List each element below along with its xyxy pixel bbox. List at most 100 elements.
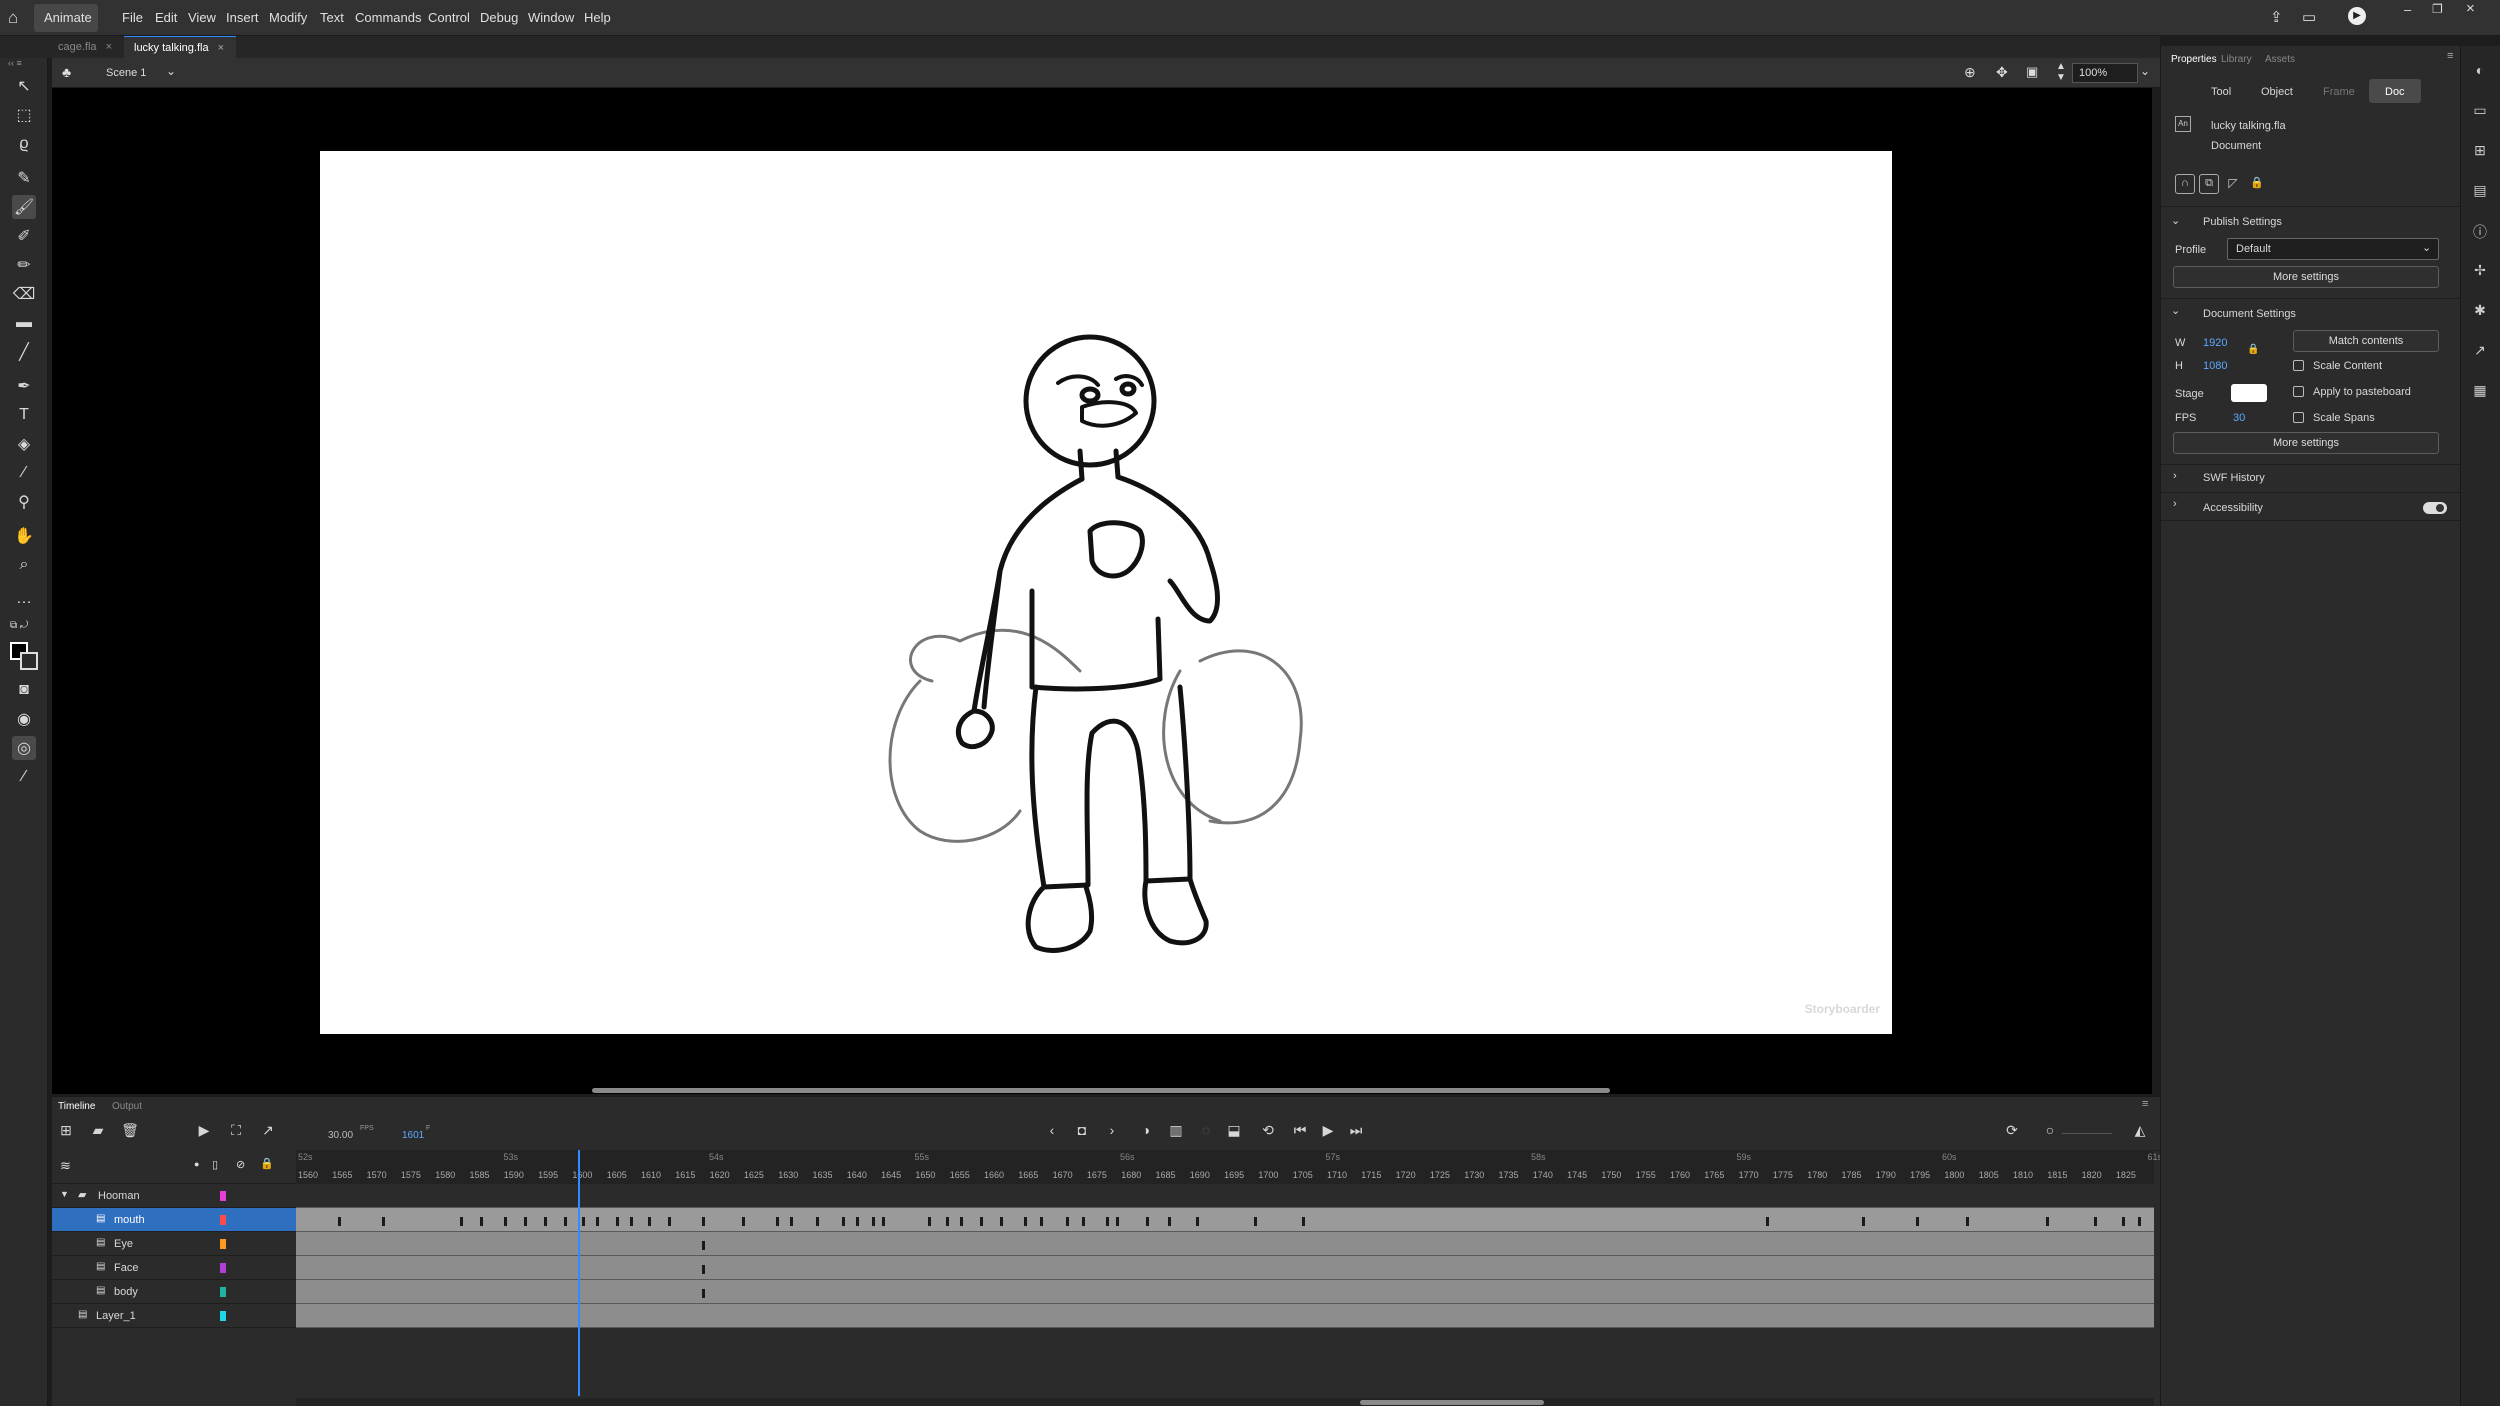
keyframe-marker[interactable] xyxy=(1766,1217,1769,1226)
lock-icon[interactable]: 🔒 xyxy=(2247,174,2267,194)
publish-settings-header[interactable]: Publish Settings xyxy=(2203,216,2282,228)
paint-brush-tool-icon[interactable]: 🖌 xyxy=(12,195,36,219)
panel-menu-icon[interactable]: ≡ xyxy=(2142,1098,2148,1110)
layer-parenting-icon[interactable]: ⛶ xyxy=(226,1122,246,1139)
loop-icon[interactable]: ⟲ xyxy=(1258,1122,1278,1139)
rectangle-tool-icon[interactable]: ▬ xyxy=(12,311,36,335)
lock-all-icon[interactable]: 🔒 xyxy=(260,1157,274,1170)
keyframe-marker[interactable] xyxy=(980,1217,983,1226)
play-icon[interactable]: ▶ xyxy=(1318,1122,1338,1139)
publish-expand-icon[interactable]: ⌄ xyxy=(2171,214,2180,227)
menu-window[interactable]: Window xyxy=(528,10,574,25)
layer-color-swatch[interactable] xyxy=(220,1239,226,1249)
properties-tab[interactable]: Properties xyxy=(2171,54,2217,65)
next-keyframe-icon[interactable]: › xyxy=(1102,1122,1122,1138)
frames-hooman[interactable] xyxy=(296,1184,2154,1208)
mode-tab-doc[interactable]: Doc xyxy=(2385,86,2405,98)
tween-icon[interactable]: ◌ xyxy=(1196,1122,1216,1138)
layer-depth-icon[interactable]: ⧉ xyxy=(2199,174,2219,194)
document-expand-icon[interactable]: ⌄ xyxy=(2171,304,2180,317)
layer-row-layer1[interactable]: ▤ Layer_1 xyxy=(52,1304,296,1328)
accessibility-toggle[interactable] xyxy=(2423,502,2447,514)
workspace-icon[interactable]: ▭ xyxy=(2302,8,2316,26)
keyframe-marker[interactable] xyxy=(382,1217,385,1226)
menu-commands[interactable]: Commands xyxy=(355,10,421,25)
menu-view[interactable]: View xyxy=(188,10,216,25)
camera-icon[interactable]: ▶ xyxy=(194,1122,214,1139)
keyframe-marker[interactable] xyxy=(702,1241,705,1250)
fluid-brush-tool-icon[interactable]: ✎ xyxy=(12,166,36,190)
fps-value[interactable]: 30 xyxy=(2233,412,2245,424)
panel-menu-icon[interactable]: ≡ xyxy=(2447,50,2453,62)
frame-ruler[interactable]: 1560 1565 1570 1575 1580 1585 1590 1595 1600 1605… xyxy=(296,1150,2368,1184)
frames-face[interactable] xyxy=(296,1256,2154,1280)
menu-file[interactable]: File xyxy=(122,10,143,25)
keyframe-marker[interactable] xyxy=(1966,1217,1969,1226)
close-tab-icon[interactable]: × xyxy=(106,41,112,53)
frames-eye[interactable] xyxy=(296,1232,2154,1256)
transform-icon[interactable]: ▤ xyxy=(2470,182,2490,202)
keyframe-marker[interactable] xyxy=(702,1217,705,1226)
match-contents-button[interactable]: Match contents xyxy=(2293,330,2439,352)
minimize-icon[interactable]: – xyxy=(2404,2,2411,17)
fill-color-swatch[interactable] xyxy=(20,652,38,670)
keyframe-marker[interactable] xyxy=(1862,1217,1865,1226)
hand-tool-icon[interactable]: ✋ xyxy=(12,524,36,548)
assets-tab[interactable]: Assets xyxy=(2265,54,2295,65)
menu-debug[interactable]: Debug xyxy=(480,10,518,25)
keyframe-marker[interactable] xyxy=(856,1217,859,1226)
doc-tab-lucky-talking[interactable]: lucky talking.fla × xyxy=(124,36,236,58)
publish-more-settings-button[interactable]: More settings xyxy=(2173,266,2439,288)
zoom-field[interactable]: 100% xyxy=(2072,63,2138,83)
snap-icon[interactable]: ∩ xyxy=(2175,174,2195,194)
brush-mode-icon[interactable]: ◉ xyxy=(12,707,36,731)
swap-colors-icon[interactable]: ⧉ ⤾ xyxy=(10,620,28,631)
keyframe-marker[interactable] xyxy=(338,1217,341,1226)
onion-skin-icon[interactable]: ◑ xyxy=(1136,1122,1156,1138)
eraser-tool-icon[interactable]: ⌫ xyxy=(12,282,36,306)
keyframe-marker[interactable] xyxy=(1168,1217,1171,1226)
keyframe-marker[interactable] xyxy=(702,1289,705,1298)
rulers-icon[interactable]: ◸ xyxy=(2223,174,2243,194)
keyframe-marker[interactable] xyxy=(2046,1217,2049,1226)
layer-color-swatch[interactable] xyxy=(220,1287,226,1297)
keyframe-marker[interactable] xyxy=(564,1217,567,1226)
frame-size-slider-knob[interactable]: ○ xyxy=(2040,1122,2060,1138)
keyframe-marker[interactable] xyxy=(1916,1217,1919,1226)
prev-keyframe-icon[interactable]: ‹ xyxy=(1042,1122,1062,1138)
current-frame-value[interactable]: 1601 xyxy=(402,1130,424,1141)
step-back-icon[interactable]: ⏮ xyxy=(1290,1122,1310,1139)
pencil-tool-icon[interactable]: ✏ xyxy=(12,253,36,277)
layer-color-swatch[interactable] xyxy=(220,1311,226,1321)
layer-row-body[interactable]: ▤ body xyxy=(52,1280,296,1304)
folder-expand-icon[interactable]: ▼ xyxy=(60,1189,69,1199)
keyframe-marker[interactable] xyxy=(1000,1217,1003,1226)
layer-row-hooman[interactable]: ▼ ▰ Hooman xyxy=(52,1184,296,1208)
apply-pasteboard-checkbox[interactable] xyxy=(2293,386,2304,397)
keyframe-marker[interactable] xyxy=(1196,1217,1199,1226)
layer-color-swatch[interactable] xyxy=(220,1263,226,1273)
keyframe-marker[interactable] xyxy=(1254,1217,1257,1226)
keyframe-marker[interactable] xyxy=(946,1217,949,1226)
smoothing-icon[interactable]: ⁄ xyxy=(12,765,36,789)
color-panel-icon[interactable]: ◐ xyxy=(2470,62,2490,82)
more-tools-icon[interactable]: … xyxy=(12,587,36,611)
motion-editor-icon[interactable]: ↗ xyxy=(2470,342,2490,362)
swf-history-expand-icon[interactable]: › xyxy=(2173,470,2177,482)
keyframe-marker[interactable] xyxy=(630,1217,633,1226)
align-icon[interactable]: ⊞ xyxy=(2470,142,2490,162)
clip-stage-icon[interactable]: ▣ xyxy=(2026,64,2038,80)
keyframe-marker[interactable] xyxy=(504,1217,507,1226)
scene-label[interactable]: Scene 1 xyxy=(106,67,146,79)
link-dimensions-icon[interactable]: 🔒 xyxy=(2247,344,2259,355)
menu-modify[interactable]: Modify xyxy=(269,10,307,25)
menu-text[interactable]: Text xyxy=(320,10,344,25)
keyframe-marker[interactable] xyxy=(882,1217,885,1226)
keyframe-marker[interactable] xyxy=(776,1217,779,1226)
timeline-tab[interactable]: Timeline xyxy=(58,1101,95,1112)
fit-frames-icon[interactable]: ◭ xyxy=(2130,1122,2150,1139)
free-transform-tool-icon[interactable]: ⬚ xyxy=(12,103,36,127)
timeline-scroll-thumb[interactable] xyxy=(1360,1400,1544,1405)
mode-tab-object[interactable]: Object xyxy=(2261,86,2293,98)
step-forward-icon[interactable]: ⏭ xyxy=(1346,1122,1366,1139)
